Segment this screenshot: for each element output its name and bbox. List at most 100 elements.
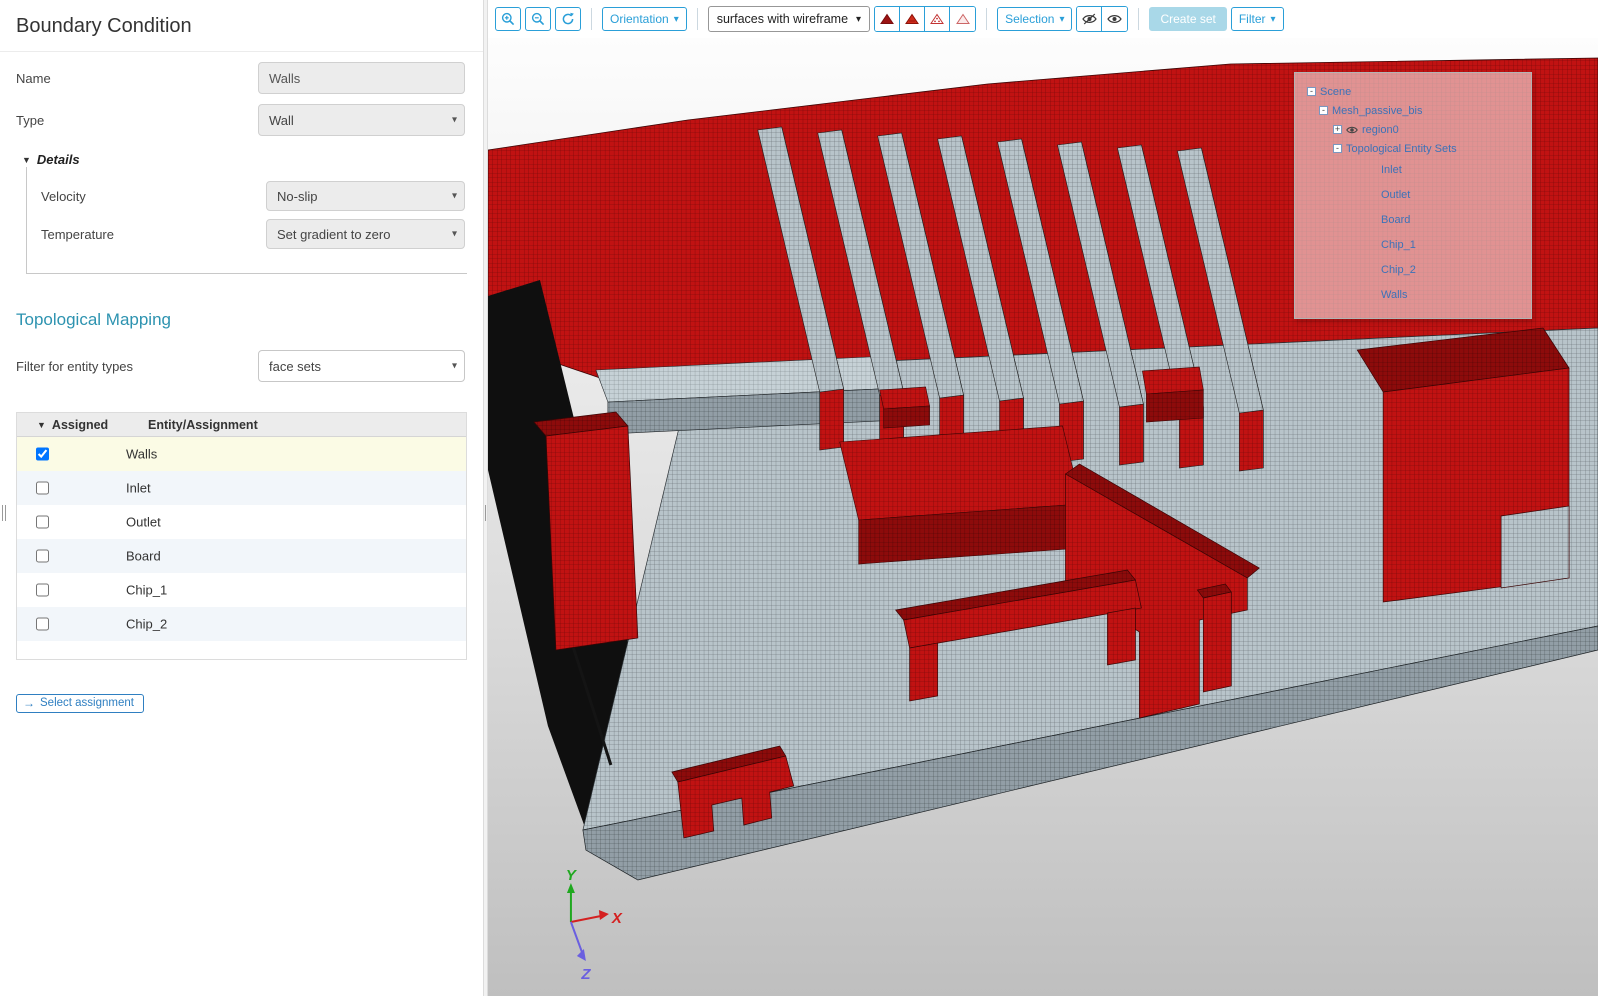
- assigned-column-header[interactable]: ▼ Assigned: [37, 418, 108, 432]
- topological-mapping-title: Topological Mapping: [16, 310, 467, 330]
- tree-item[interactable]: Board: [1295, 208, 1531, 233]
- chevron-down-icon: ▾: [452, 191, 457, 202]
- tree-item[interactable]: Walls: [1295, 283, 1531, 308]
- orientation-dropdown[interactable]: Orientation ▾: [602, 7, 687, 31]
- table-row[interactable]: Walls: [17, 437, 466, 471]
- expand-icon[interactable]: +: [1333, 125, 1342, 134]
- tree-node-label[interactable]: region0: [1362, 124, 1399, 136]
- velocity-select[interactable]: No-slip ▾: [266, 181, 465, 211]
- triangle-shaded-icon: [905, 13, 919, 25]
- eye-icon: [1107, 13, 1122, 25]
- name-label: Name: [16, 71, 258, 86]
- table-footer-spacer: [17, 641, 466, 659]
- toolbar-separator: [1138, 8, 1139, 30]
- tree-item[interactable]: Chip_2: [1295, 258, 1531, 283]
- representation-toggle-group: [874, 6, 976, 32]
- assigned-checkbox[interactable]: [36, 584, 49, 597]
- chevron-down-icon: ▾: [674, 14, 679, 25]
- tree-item[interactable]: Inlet: [1295, 158, 1531, 183]
- triangle-solid-rep-button[interactable]: [875, 7, 900, 31]
- triangle-solid-icon: [880, 13, 894, 25]
- tree-node-label[interactable]: Mesh_passive_bis: [1332, 105, 1423, 117]
- type-select[interactable]: Wall ▾: [258, 104, 465, 136]
- name-input[interactable]: [258, 62, 465, 94]
- triangle-dotted-icon: [930, 13, 944, 25]
- table-row[interactable]: Chip_2: [17, 607, 466, 641]
- assigned-checkbox[interactable]: [36, 482, 49, 495]
- tree-node-topological-sets[interactable]: - Topological Entity Sets: [1295, 139, 1531, 158]
- filter-label: Filter: [1239, 12, 1266, 26]
- tree-item[interactable]: Outlet: [1295, 183, 1531, 208]
- entity-name: Walls: [126, 447, 157, 462]
- hide-selection-button[interactable]: [1077, 7, 1102, 31]
- chevron-down-icon: ▾: [452, 229, 457, 240]
- entity-name: Chip_2: [126, 617, 167, 632]
- table-row[interactable]: Board: [17, 539, 466, 573]
- viewport-toolbar: Orientation ▾ surfaces with wireframe ▾ …: [488, 0, 1598, 38]
- create-set-button[interactable]: Create set: [1149, 7, 1226, 31]
- chevron-down-icon: ▾: [1059, 14, 1064, 25]
- assigned-checkbox[interactable]: [36, 516, 49, 529]
- tree-node-mesh[interactable]: - Mesh_passive_bis: [1295, 101, 1531, 120]
- column-collapse-icon: ▼: [37, 420, 46, 430]
- axis-z-label: Z: [580, 966, 591, 983]
- gray-step-mesh[interactable]: [596, 356, 900, 434]
- eye-icon[interactable]: [1346, 125, 1358, 135]
- entity-filter-select[interactable]: face sets ▾: [258, 350, 465, 382]
- collapse-icon[interactable]: -: [1333, 144, 1342, 153]
- triangle-shaded-rep-button[interactable]: [900, 7, 925, 31]
- temperature-select-value: Set gradient to zero: [277, 227, 390, 242]
- velocity-select-value: No-slip: [277, 189, 317, 204]
- triangle-dotted-rep-button[interactable]: [925, 7, 950, 31]
- page-title: Boundary Condition: [0, 0, 483, 52]
- zoom-in-icon: [501, 12, 515, 26]
- chevron-down-icon: ▾: [1271, 14, 1276, 25]
- entity-name: Chip_1: [126, 583, 167, 598]
- selection-label: Selection: [1005, 12, 1054, 26]
- eye-off-icon: [1082, 13, 1097, 25]
- triangle-outline-rep-button[interactable]: [950, 7, 975, 31]
- entity-column-header: Entity/Assignment: [148, 418, 258, 432]
- table-row[interactable]: Chip_1: [17, 573, 466, 607]
- type-select-value: Wall: [269, 113, 294, 128]
- select-assignment-button[interactable]: → Select assignment: [16, 694, 144, 713]
- collapse-icon[interactable]: -: [1307, 87, 1316, 96]
- entity-name: Inlet: [126, 481, 151, 496]
- assigned-checkbox[interactable]: [36, 448, 49, 461]
- tree-item-list: Inlet Outlet Board Chip_1 Chip_2 Walls: [1295, 158, 1531, 308]
- chevron-down-icon: ▾: [856, 14, 861, 25]
- triangle-down-icon: ▼: [22, 155, 31, 165]
- axis-x-label: X: [611, 910, 623, 927]
- table-row[interactable]: Outlet: [17, 505, 466, 539]
- temperature-label: Temperature: [41, 227, 266, 242]
- show-selection-button[interactable]: [1102, 7, 1127, 31]
- entity-name: Outlet: [126, 515, 161, 530]
- selection-dropdown[interactable]: Selection ▾: [997, 7, 1072, 31]
- tree-item[interactable]: Chip_1: [1295, 233, 1531, 258]
- toolbar-separator: [591, 8, 592, 30]
- assigned-checkbox[interactable]: [36, 618, 49, 631]
- visibility-toggle-group: [1076, 6, 1128, 32]
- tree-node-label[interactable]: Scene: [1320, 86, 1351, 98]
- representation-value: surfaces with wireframe: [717, 12, 848, 26]
- tree-node-label[interactable]: Topological Entity Sets: [1346, 143, 1457, 155]
- assigned-checkbox[interactable]: [36, 550, 49, 563]
- collapse-icon[interactable]: -: [1319, 106, 1328, 115]
- chevron-down-icon: ▾: [452, 115, 457, 126]
- reset-camera-button[interactable]: [555, 7, 581, 31]
- left-resize-grip[interactable]: [1, 505, 7, 521]
- details-collapse-header[interactable]: ▼ Details: [22, 152, 467, 167]
- filter-dropdown[interactable]: Filter ▾: [1231, 7, 1284, 31]
- toolbar-separator: [697, 8, 698, 30]
- entity-filter-label: Filter for entity types: [16, 359, 258, 374]
- 3d-viewport-pane: Orientation ▾ surfaces with wireframe ▾ …: [488, 0, 1598, 996]
- details-body: Velocity No-slip ▾ Temperature Set gradi…: [26, 167, 467, 274]
- temperature-select[interactable]: Set gradient to zero ▾: [266, 219, 465, 249]
- zoom-out-button[interactable]: [525, 7, 551, 31]
- table-row[interactable]: Inlet: [17, 471, 466, 505]
- representation-select[interactable]: surfaces with wireframe ▾: [708, 6, 870, 32]
- tree-node-scene[interactable]: - Scene: [1295, 82, 1531, 101]
- zoom-in-button[interactable]: [495, 7, 521, 31]
- tree-node-region[interactable]: + region0: [1295, 120, 1531, 139]
- chevron-down-icon: ▾: [452, 361, 457, 372]
